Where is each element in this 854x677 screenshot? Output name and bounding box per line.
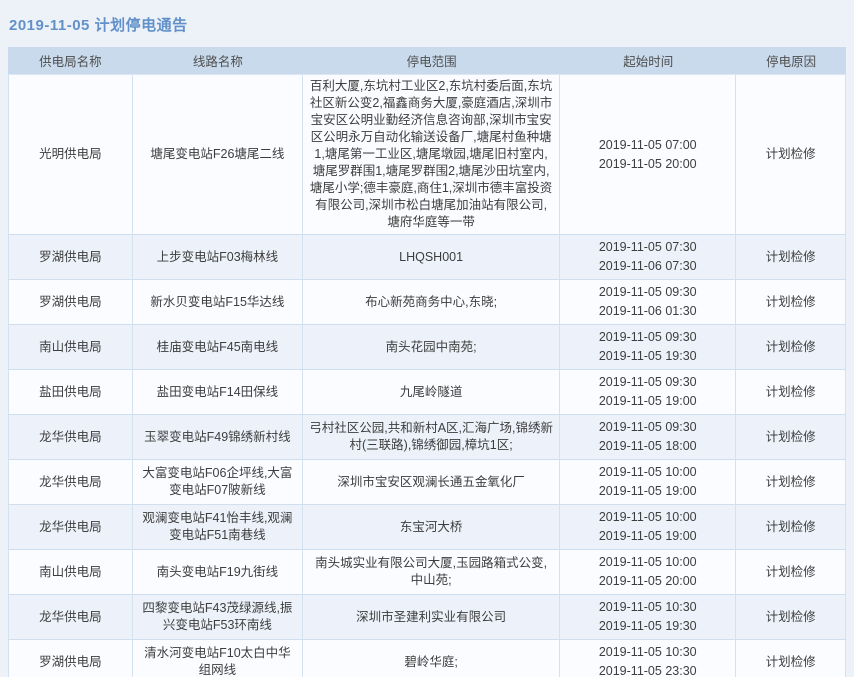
cell-range: 九尾岭隧道	[303, 370, 560, 414]
cell-time: 2019-11-05 07:00 2019-11-05 20:00	[560, 75, 736, 234]
cell-range: 百利大厦,东坑村工业区2,东坑村委后面,东坑社区新公变2,福鑫商务大厦,豪庭酒店…	[303, 75, 560, 234]
cell-line: 塘尾变电站F26塘尾二线	[133, 75, 303, 234]
table-row: 南山供电局 桂庙变电站F45南电线 南头花园中南苑; 2019-11-05 09…	[8, 325, 846, 370]
cell-time: 2019-11-05 10:00 2019-11-05 20:00	[560, 550, 736, 594]
cell-reason: 计划检修	[736, 325, 846, 369]
cell-reason: 计划检修	[736, 550, 846, 594]
cell-bureau: 光明供电局	[8, 75, 133, 234]
cell-range: 深圳市圣建利实业有限公司	[303, 595, 560, 639]
end-time: 2019-11-06 07:30	[599, 257, 697, 276]
start-time: 2019-11-05 10:00	[599, 463, 697, 482]
end-time: 2019-11-05 19:00	[599, 482, 697, 501]
cell-range: 深圳市宝安区观澜长通五金氧化厂	[303, 460, 560, 504]
cell-line: 新水贝变电站F15华达线	[133, 280, 303, 324]
cell-time: 2019-11-05 10:00 2019-11-05 19:00	[560, 460, 736, 504]
cell-time: 2019-11-05 07:30 2019-11-06 07:30	[560, 235, 736, 279]
cell-bureau: 罗湖供电局	[8, 280, 133, 324]
cell-reason: 计划检修	[736, 235, 846, 279]
end-time: 2019-11-05 19:30	[599, 617, 697, 636]
table-row: 龙华供电局 四黎变电站F43茂绿源线,振兴变电站F53环南线 深圳市圣建利实业有…	[8, 595, 846, 640]
table-row: 光明供电局 塘尾变电站F26塘尾二线 百利大厦,东坑村工业区2,东坑村委后面,东…	[8, 75, 846, 235]
table-header-row: 供电局名称 线路名称 停电范围 起始时间 停电原因	[8, 47, 846, 74]
cell-range: 布心新苑商务中心,东晓;	[303, 280, 560, 324]
table-row: 南山供电局 南头变电站F19九街线 南头城实业有限公司大厦,玉园路箱式公变,中山…	[8, 550, 846, 595]
table-row: 罗湖供电局 新水贝变电站F15华达线 布心新苑商务中心,东晓; 2019-11-…	[8, 280, 846, 325]
start-time: 2019-11-05 10:00	[599, 553, 697, 572]
end-time: 2019-11-05 19:30	[599, 347, 697, 366]
table-row: 龙华供电局 玉翠变电站F49锦绣新村线 弓村社区公园,共和新村A区,汇海广场,锦…	[8, 415, 846, 460]
cell-bureau: 龙华供电局	[8, 595, 133, 639]
cell-time: 2019-11-05 09:30 2019-11-06 01:30	[560, 280, 736, 324]
start-time: 2019-11-05 10:30	[599, 598, 697, 617]
table-row: 盐田供电局 盐田变电站F14田保线 九尾岭隧道 2019-11-05 09:30…	[8, 370, 846, 415]
cell-line: 桂庙变电站F45南电线	[133, 325, 303, 369]
table-row: 龙华供电局 观澜变电站F41怡丰线,观澜变电站F51南巷线 东宝河大桥 2019…	[8, 505, 846, 550]
cell-bureau: 罗湖供电局	[8, 235, 133, 279]
cell-time: 2019-11-05 09:30 2019-11-05 18:00	[560, 415, 736, 459]
cell-line: 南头变电站F19九街线	[133, 550, 303, 594]
start-time: 2019-11-05 07:00	[599, 136, 697, 155]
column-header-range: 停电范围	[303, 51, 560, 70]
end-time: 2019-11-05 19:00	[599, 392, 697, 411]
outage-table: 供电局名称 线路名称 停电范围 起始时间 停电原因 光明供电局 塘尾变电站F26…	[8, 47, 846, 677]
start-time: 2019-11-05 09:30	[599, 283, 697, 302]
cell-reason: 计划检修	[736, 415, 846, 459]
end-time: 2019-11-06 01:30	[599, 302, 697, 321]
start-time: 2019-11-05 09:30	[599, 418, 697, 437]
cell-line: 四黎变电站F43茂绿源线,振兴变电站F53环南线	[133, 595, 303, 639]
cell-reason: 计划检修	[736, 280, 846, 324]
cell-line: 玉翠变电站F49锦绣新村线	[133, 415, 303, 459]
cell-reason: 计划检修	[736, 595, 846, 639]
table-row: 龙华供电局 大富变电站F06企坪线,大富变电站F07陂新线 深圳市宝安区观澜长通…	[8, 460, 846, 505]
column-header-line: 线路名称	[133, 51, 303, 70]
cell-time: 2019-11-05 09:30 2019-11-05 19:30	[560, 325, 736, 369]
cell-time: 2019-11-05 09:30 2019-11-05 19:00	[560, 370, 736, 414]
cell-time: 2019-11-05 10:30 2019-11-05 23:30	[560, 640, 736, 677]
cell-time: 2019-11-05 10:30 2019-11-05 19:30	[560, 595, 736, 639]
cell-range: LHQSH001	[303, 235, 560, 279]
end-time: 2019-11-05 18:00	[599, 437, 697, 456]
start-time: 2019-11-05 10:30	[599, 643, 697, 662]
column-header-bureau: 供电局名称	[8, 51, 133, 70]
cell-line: 清水河变电站F10太白中华组网线	[133, 640, 303, 677]
end-time: 2019-11-05 19:00	[599, 527, 697, 546]
cell-bureau: 盐田供电局	[8, 370, 133, 414]
column-header-time: 起始时间	[560, 51, 736, 70]
outage-notice-page: 2019-11-05 计划停电通告 供电局名称 线路名称 停电范围 起始时间 停…	[0, 0, 854, 677]
cell-reason: 计划检修	[736, 640, 846, 677]
cell-range: 碧岭华庭;	[303, 640, 560, 677]
cell-range: 东宝河大桥	[303, 505, 560, 549]
column-header-reason: 停电原因	[736, 51, 846, 70]
cell-line: 盐田变电站F14田保线	[133, 370, 303, 414]
cell-bureau: 龙华供电局	[8, 415, 133, 459]
cell-bureau: 罗湖供电局	[8, 640, 133, 677]
cell-bureau: 龙华供电局	[8, 505, 133, 549]
start-time: 2019-11-05 10:00	[599, 508, 697, 527]
cell-reason: 计划检修	[736, 75, 846, 234]
cell-line: 大富变电站F06企坪线,大富变电站F07陂新线	[133, 460, 303, 504]
end-time: 2019-11-05 20:00	[599, 155, 697, 174]
start-time: 2019-11-05 09:30	[599, 373, 697, 392]
cell-reason: 计划检修	[736, 460, 846, 504]
cell-reason: 计划检修	[736, 370, 846, 414]
cell-bureau: 龙华供电局	[8, 460, 133, 504]
end-time: 2019-11-05 23:30	[599, 662, 697, 677]
end-time: 2019-11-05 20:00	[599, 572, 697, 591]
cell-bureau: 南山供电局	[8, 550, 133, 594]
table-body: 光明供电局 塘尾变电站F26塘尾二线 百利大厦,东坑村工业区2,东坑村委后面,东…	[8, 74, 846, 677]
cell-reason: 计划检修	[736, 505, 846, 549]
cell-line: 观澜变电站F41怡丰线,观澜变电站F51南巷线	[133, 505, 303, 549]
cell-bureau: 南山供电局	[8, 325, 133, 369]
cell-time: 2019-11-05 10:00 2019-11-05 19:00	[560, 505, 736, 549]
start-time: 2019-11-05 07:30	[599, 238, 697, 257]
page-title: 2019-11-05 计划停电通告	[0, 0, 854, 47]
start-time: 2019-11-05 09:30	[599, 328, 697, 347]
table-row: 罗湖供电局 清水河变电站F10太白中华组网线 碧岭华庭; 2019-11-05 …	[8, 640, 846, 677]
table-row: 罗湖供电局 上步变电站F03梅林线 LHQSH001 2019-11-05 07…	[8, 235, 846, 280]
cell-line: 上步变电站F03梅林线	[133, 235, 303, 279]
cell-range: 南头城实业有限公司大厦,玉园路箱式公变,中山苑;	[303, 550, 560, 594]
cell-range: 弓村社区公园,共和新村A区,汇海广场,锦绣新村(三联路),锦绣御园,樟坑1区;	[303, 415, 560, 459]
cell-range: 南头花园中南苑;	[303, 325, 560, 369]
